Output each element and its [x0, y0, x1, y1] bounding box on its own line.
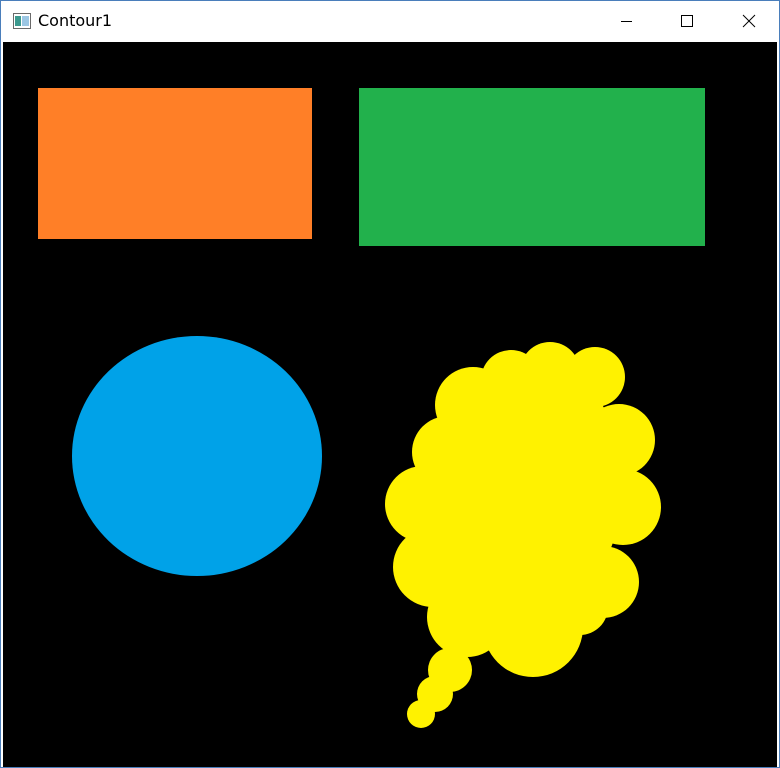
green-rectangle [359, 88, 705, 246]
image-window-icon [13, 13, 31, 29]
close-button[interactable] [719, 1, 779, 42]
orange-rectangle [38, 88, 312, 239]
blue-ellipse [72, 336, 322, 576]
contour-image [3, 42, 777, 767]
minimize-icon [621, 21, 632, 22]
minimize-button[interactable] [597, 1, 657, 42]
maximize-button[interactable] [657, 1, 717, 42]
maximize-icon [681, 15, 693, 27]
window-title: Contour1 [38, 11, 113, 30]
image-canvas [3, 42, 777, 767]
close-icon [742, 14, 756, 28]
app-window: Contour1 [0, 0, 780, 768]
title-bar[interactable]: Contour1 [1, 1, 779, 42]
